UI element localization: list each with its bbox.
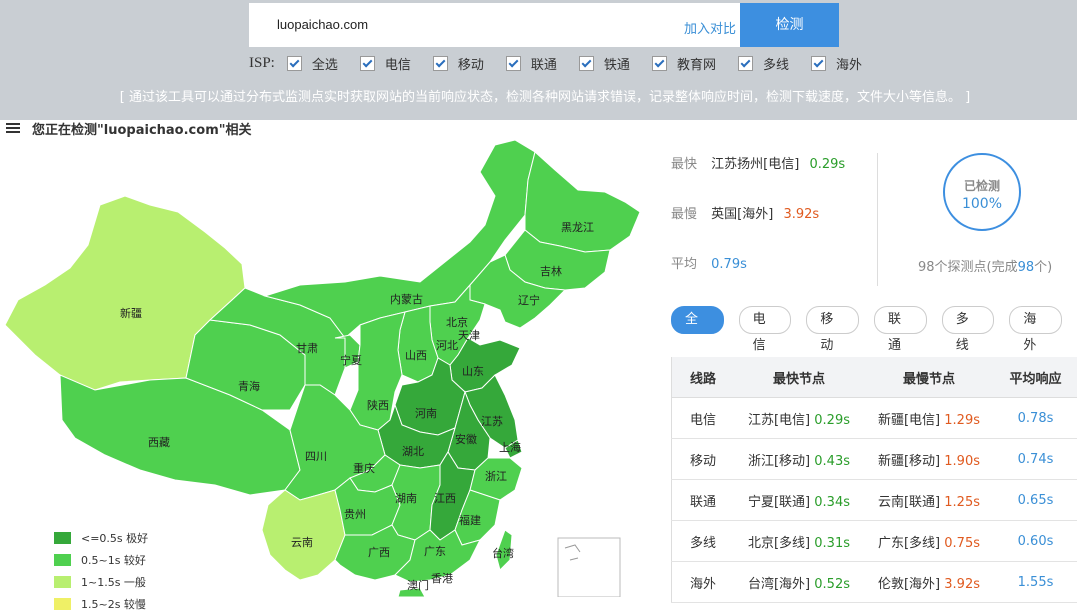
checkbox-checked-icon[interactable] (506, 56, 521, 71)
checkbox-checked-icon[interactable] (433, 56, 448, 71)
map-legend: <=0.5s 极好 0.5~1s 较好 1~1.5s 一般 1.5~2s 较慢 (54, 527, 148, 615)
isp-tabs: 全部 电信 移动 联通 多线 海外 (671, 306, 1077, 334)
legend-swatch (54, 576, 71, 588)
results-table: 线路 最快节点 最慢节点 平均响应 电信 江苏[电信] 0.29s 新疆[电信]… (671, 357, 1077, 603)
isp-option-edu[interactable]: 教育网 (652, 54, 716, 73)
legend-swatch (54, 598, 71, 610)
progress-title: 已检测 (945, 177, 1019, 194)
isp-option-tietong[interactable]: 铁通 (579, 54, 630, 73)
tab-all[interactable]: 全部 (671, 306, 724, 334)
province-heilongjiang[interactable] (525, 152, 640, 252)
url-input-box[interactable]: luopaichao.com 加入对比 (249, 3, 740, 47)
checkbox-checked-icon[interactable] (579, 56, 594, 71)
fastest-stat: 最快 江苏扬州[电信] 0.29s (671, 153, 845, 172)
isp-option-unicom[interactable]: 联通 (506, 54, 557, 73)
col-fastest: 最快节点 (734, 357, 864, 398)
isp-option-overseas[interactable]: 海外 (811, 54, 862, 73)
province-label: 上海 (499, 440, 521, 454)
province-label: 四川 (305, 450, 327, 463)
isp-option-telecom[interactable]: 电信 (360, 54, 411, 73)
col-slowest: 最慢节点 (864, 357, 994, 398)
legend-item: <=0.5s 极好 (54, 527, 148, 549)
province-label: 云南 (291, 536, 313, 549)
url-input[interactable]: luopaichao.com (277, 17, 368, 32)
isp-option-multiline[interactable]: 多线 (738, 54, 789, 73)
table-row: 电信 江苏[电信] 0.29s 新疆[电信] 1.29s 0.78s (672, 398, 1077, 439)
legend-item: 1~1.5s 一般 (54, 571, 148, 593)
legend-item: 1.5~2s 较慢 (54, 593, 148, 615)
add-compare-link[interactable]: 加入对比 (684, 18, 736, 37)
province-label: 香港 (431, 572, 453, 585)
province-label: 浙江 (485, 470, 507, 483)
province-label: 新疆 (120, 306, 142, 320)
province-label: 宁夏 (340, 353, 362, 367)
province-label: 重庆 (353, 461, 375, 475)
table-row: 海外 台湾[海外] 0.52s 伦敦[海外] 3.92s 1.55s (672, 562, 1077, 603)
isp-label: ISP: (249, 55, 275, 72)
province-yunnan[interactable] (262, 490, 345, 580)
probe-count: 98个探测点(完成98个) (918, 256, 1052, 275)
tool-notice: [ 通过该工具可以通过分布式监测点实时获取网站的当前响应状态，检测各种网站请求错… (0, 86, 1077, 105)
province-label: 台湾 (492, 546, 514, 560)
legend-swatch (54, 532, 71, 544)
province-label: 贵州 (344, 508, 366, 521)
province-label: 青海 (238, 379, 260, 393)
tab-telecom[interactable]: 电信 (739, 306, 792, 334)
isp-option-mobile[interactable]: 移动 (433, 54, 484, 73)
isp-option-all[interactable]: 全选 (287, 54, 338, 73)
province-label: 甘肃 (296, 342, 318, 355)
province-label: 广东 (424, 545, 446, 558)
stats-divider (877, 153, 878, 286)
province-label: 山西 (405, 349, 427, 362)
province-label: 西藏 (148, 436, 170, 449)
checkbox-checked-icon[interactable] (287, 56, 302, 71)
province-label: 湖北 (402, 445, 424, 458)
province-label: 澳门 (407, 578, 429, 592)
province-label: 河南 (415, 407, 437, 420)
checkbox-checked-icon[interactable] (738, 56, 753, 71)
province-label: 广西 (368, 546, 390, 559)
tab-multiline[interactable]: 多线 (942, 306, 995, 334)
progress-circle: 已检测 100% (943, 153, 1021, 231)
province-label: 吉林 (540, 264, 562, 278)
tab-mobile[interactable]: 移动 (806, 306, 859, 334)
legend-item: 0.5~1s 较好 (54, 549, 148, 571)
col-average: 平均响应 (994, 357, 1077, 398)
province-label: 天津 (458, 329, 480, 342)
checkbox-checked-icon[interactable] (360, 56, 375, 71)
average-stat: 平均 0.79s (671, 253, 747, 272)
province-label: 河北 (436, 339, 458, 352)
province-label: 安徽 (455, 432, 477, 446)
province-label: 黑龙江 (561, 221, 594, 234)
province-label: 福建 (459, 513, 481, 527)
province-label: 湖南 (395, 492, 417, 505)
province-label: 辽宁 (518, 293, 540, 307)
province-label: 陕西 (367, 398, 389, 412)
progress-percent: 100% (945, 196, 1019, 212)
detect-button[interactable]: 检测 (740, 3, 839, 47)
province-label: 山东 (462, 365, 484, 378)
isp-filter-row: ISP: 全选 电信 移动 联通 铁通 教育网 多线 海外 (249, 54, 884, 72)
tab-unicom[interactable]: 联通 (874, 306, 927, 334)
table-header-row: 线路 最快节点 最慢节点 平均响应 (672, 357, 1077, 398)
col-line: 线路 (672, 357, 735, 398)
legend-swatch (54, 554, 71, 566)
slowest-stat: 最慢 英国[海外] 3.92s (671, 203, 819, 222)
province-label: 江苏 (481, 415, 503, 428)
province-label: 江西 (434, 492, 456, 505)
checkbox-checked-icon[interactable] (652, 56, 667, 71)
table-row: 多线 北京[多线] 0.31s 广东[多线] 0.75s 0.60s (672, 521, 1077, 562)
checkbox-checked-icon[interactable] (811, 56, 826, 71)
province-label: 内蒙古 (390, 292, 423, 306)
table-row: 联通 宁夏[联通] 0.34s 云南[联通] 1.25s 0.65s (672, 480, 1077, 521)
province-label: 北京 (446, 315, 468, 329)
tab-overseas[interactable]: 海外 (1009, 306, 1062, 334)
table-row: 移动 浙江[移动] 0.43s 新疆[移动] 1.90s 0.74s (672, 439, 1077, 480)
